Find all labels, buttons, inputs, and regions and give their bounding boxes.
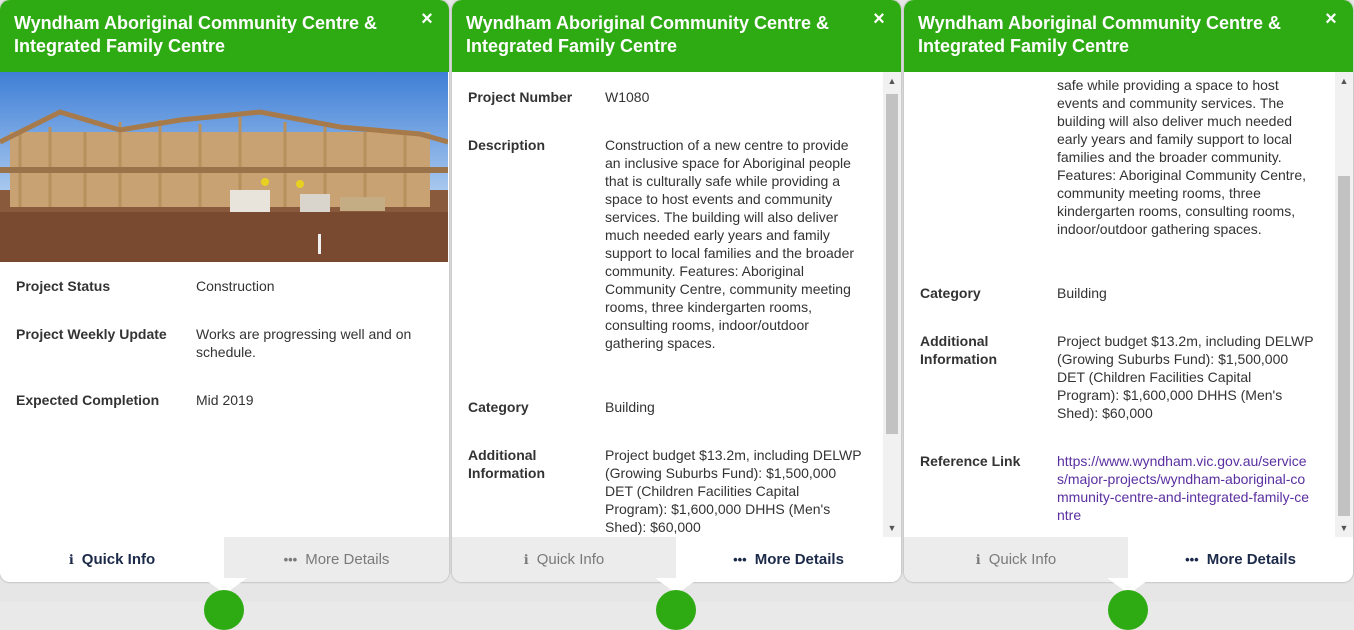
scroll-thumb[interactable] [886, 94, 898, 434]
popup-header: Wyndham Aboriginal Community Centre & In… [0, 0, 449, 72]
popup-panel-more-details-scrolled: Wyndham Aboriginal Community Centre & In… [904, 0, 1353, 582]
label-project-weekly-update: Project Weekly Update [16, 326, 167, 342]
label-expected-completion: Expected Completion [16, 392, 160, 408]
popup-title: Wyndham Aboriginal Community Centre & In… [14, 13, 378, 56]
value-category: Building [605, 399, 655, 415]
close-icon[interactable]: × [869, 9, 889, 29]
popup-header: Wyndham Aboriginal Community Centre & In… [904, 0, 1353, 72]
tab-bar: ℹ Quick Info ••• More Details [0, 537, 449, 582]
popup-panel-more-details: Wyndham Aboriginal Community Centre & In… [452, 0, 901, 582]
scroll-up-icon[interactable]: ▲ [883, 72, 901, 90]
ellipsis-icon: ••• [283, 552, 298, 567]
scrollbar[interactable]: ▲ ▼ [1335, 72, 1353, 537]
value-description: safe while providing a space to host eve… [1057, 77, 1306, 237]
value-additional-information: Project budget $13.2m, including DELWP (… [1057, 333, 1314, 421]
scroll-thumb[interactable] [1338, 176, 1350, 516]
value-project-status: Construction [196, 278, 275, 294]
label-additional-information: Additional Information [468, 447, 545, 481]
value-category: Building [1057, 285, 1107, 301]
tab-quick-info-label: Quick Info [988, 551, 1057, 568]
reference-link[interactable]: https://www.wyndham.vic.gov.au/services/… [1057, 453, 1309, 523]
popup-title: Wyndham Aboriginal Community Centre & In… [918, 13, 1282, 56]
tab-more-details-label: More Details [754, 551, 844, 568]
tab-quick-info-label: Quick Info [536, 551, 605, 568]
close-icon[interactable]: × [1321, 9, 1341, 29]
info-icon: ℹ [68, 551, 74, 567]
tab-more-details[interactable]: ••• More Details [676, 537, 901, 582]
label-project-status: Project Status [16, 278, 111, 294]
value-reference-link: https://www.wyndham.vic.gov.au/services/… [1057, 452, 1313, 524]
project-photo [0, 72, 448, 262]
map-marker-icon[interactable] [1108, 590, 1148, 630]
tab-bar: ℹ Quick Info ••• More Details [904, 537, 1353, 582]
ellipsis-icon: ••• [1185, 552, 1199, 567]
scroll-down-icon[interactable]: ▼ [1335, 519, 1353, 537]
popup-panel-quick-info: Wyndham Aboriginal Community Centre & In… [0, 0, 449, 582]
value-project-number: W1080 [605, 89, 650, 105]
value-expected-completion: Mid 2019 [196, 392, 254, 408]
ellipsis-icon: ••• [733, 552, 747, 567]
tab-quick-info[interactable]: ℹ Quick Info [904, 537, 1128, 582]
details-scroll-area[interactable]: safe while providing a space to host eve… [904, 72, 1334, 537]
tab-more-details[interactable]: ••• More Details [224, 537, 449, 582]
label-additional-information: Additional Information [920, 333, 997, 367]
tab-quick-info[interactable]: ℹ Quick Info [452, 537, 676, 582]
scrollbar[interactable]: ▲ ▼ [883, 72, 901, 537]
info-icon: ℹ [975, 551, 981, 567]
value-description: Construction of a new centre to provide … [605, 137, 855, 351]
tab-more-details-label: More Details [1206, 551, 1296, 568]
tab-quick-info-label: Quick Info [81, 551, 156, 568]
value-additional-information: Project budget $13.2m, including DELWP (… [605, 447, 862, 535]
popup-header: Wyndham Aboriginal Community Centre & In… [452, 0, 901, 72]
info-icon: ℹ [523, 551, 529, 567]
tab-bar: ℹ Quick Info ••• More Details [452, 537, 901, 582]
scroll-down-icon[interactable]: ▼ [883, 519, 901, 537]
tab-quick-info[interactable]: ℹ Quick Info [0, 537, 224, 582]
details-scroll-area[interactable]: Project Number W1080 Description Constru… [452, 72, 882, 537]
popup-title: Wyndham Aboriginal Community Centre & In… [466, 13, 830, 56]
tab-more-details[interactable]: ••• More Details [1128, 537, 1353, 582]
scroll-up-icon[interactable]: ▲ [1335, 72, 1353, 90]
map-marker-icon[interactable] [204, 590, 244, 630]
close-icon[interactable]: × [417, 9, 437, 29]
value-project-weekly-update: Works are progressing well and on schedu… [196, 326, 412, 360]
tab-more-details-label: More Details [305, 551, 390, 568]
map-marker-icon[interactable] [656, 590, 696, 630]
